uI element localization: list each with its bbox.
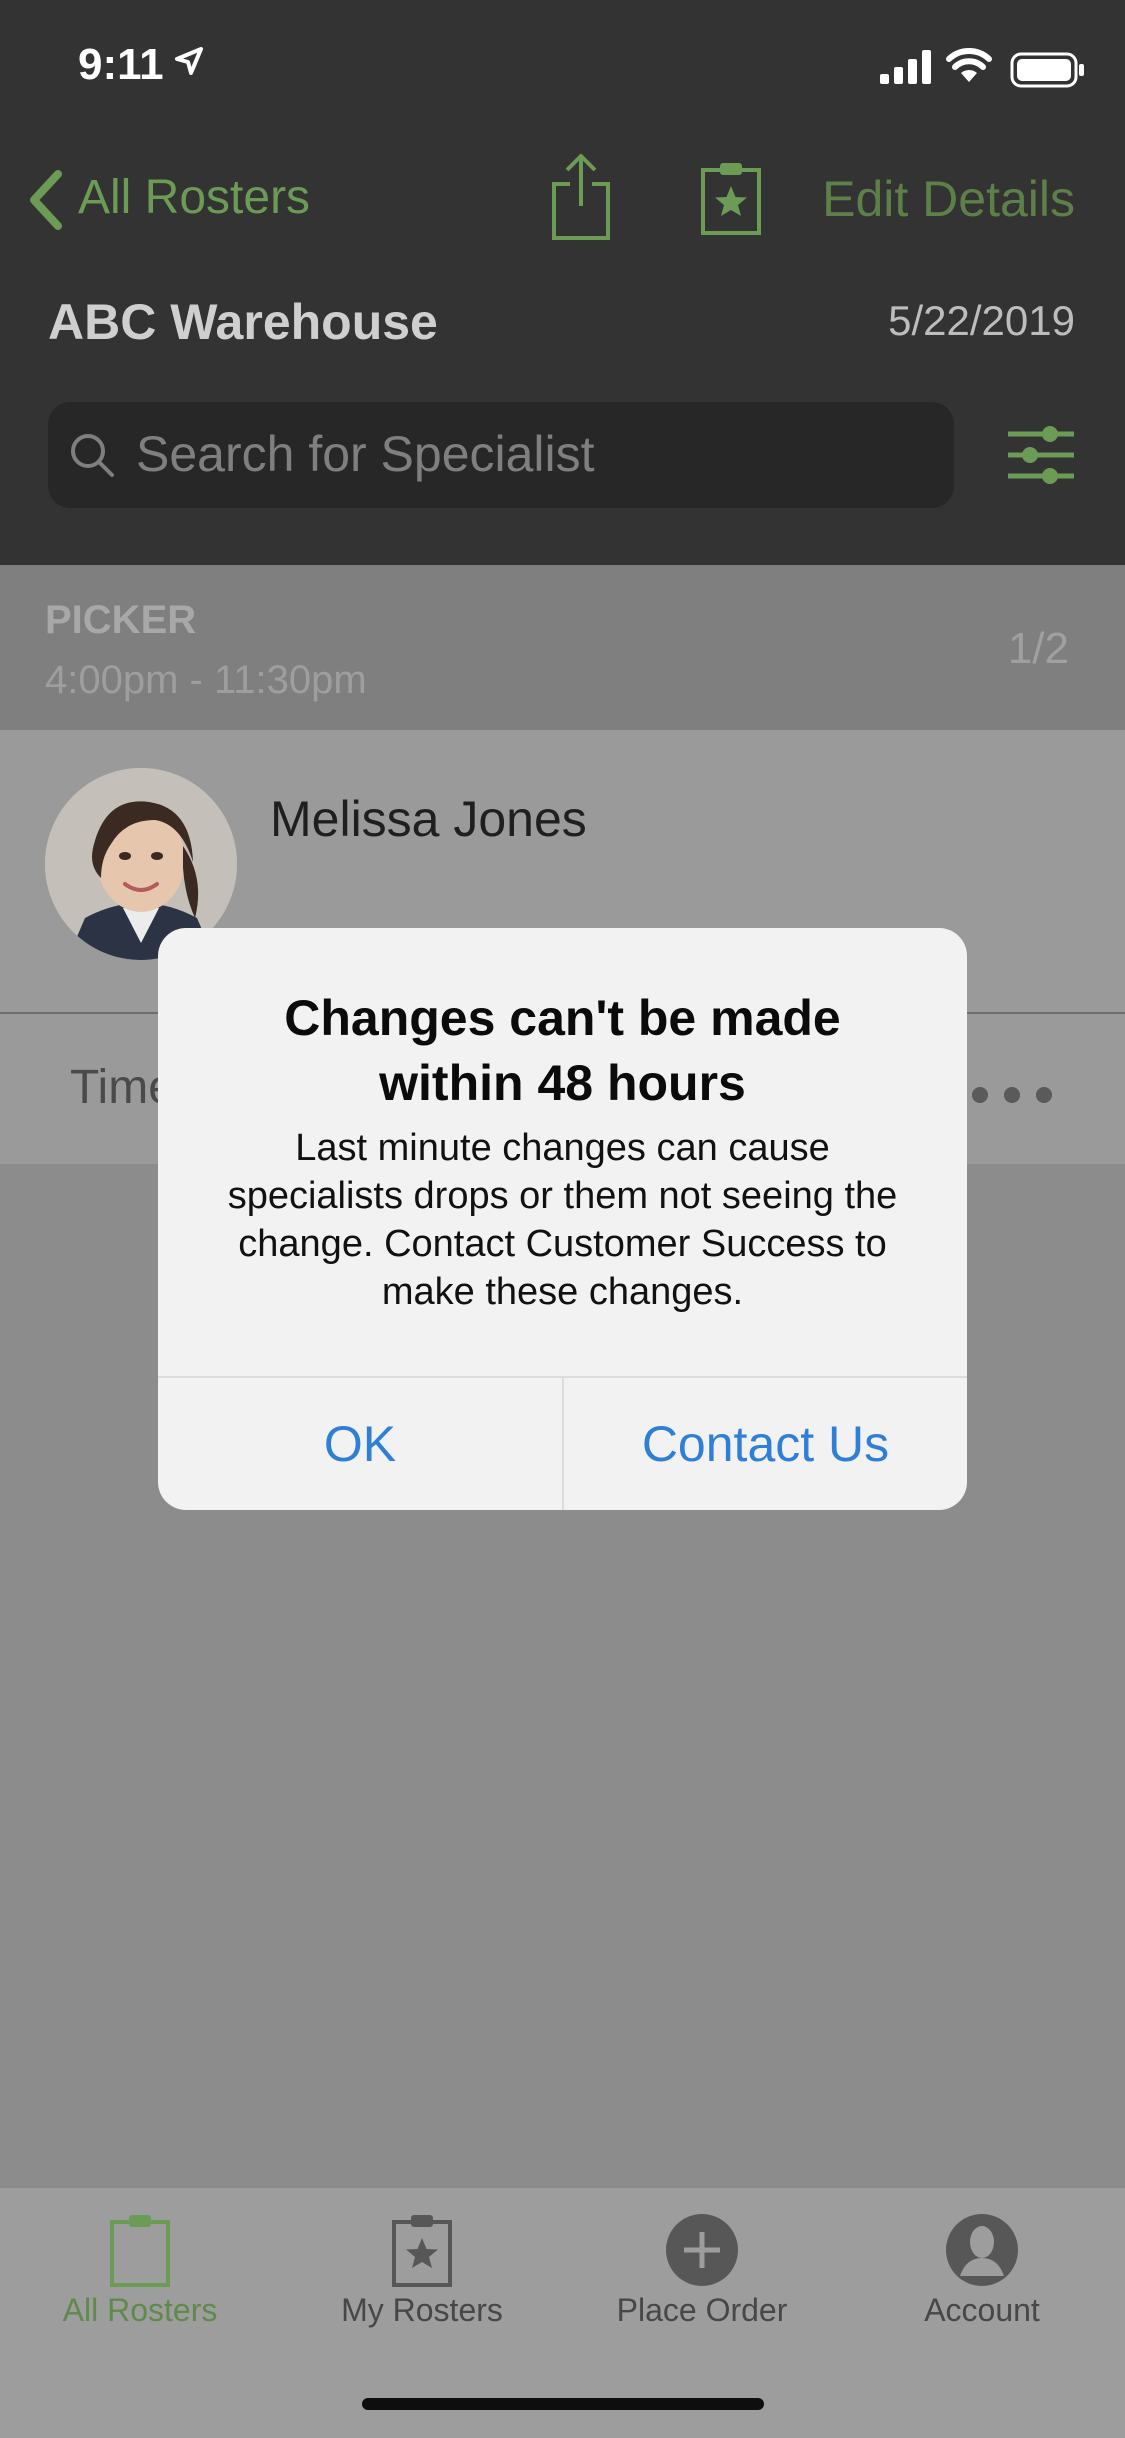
shift-role: PICKER <box>45 598 197 642</box>
shift-section <box>0 565 1125 730</box>
tab-all-rosters[interactable] <box>10 2212 270 2293</box>
edit-details-button[interactable]: Edit Details <box>822 170 1075 228</box>
tab-my-rosters[interactable] <box>292 2212 552 2293</box>
wifi-icon <box>946 48 992 82</box>
contact-us-button[interactable]: Contact Us <box>564 1378 967 1510</box>
filter-sliders-icon[interactable] <box>1006 420 1076 490</box>
tab-all-rosters-label: All Rosters <box>62 2292 218 2328</box>
shift-time: 4:00pm - 11:30pm <box>45 658 367 702</box>
tab-place-order-label: Place Order <box>616 2292 788 2328</box>
clipboard-star-icon[interactable] <box>700 160 762 236</box>
battery-icon <box>1010 52 1084 88</box>
back-button[interactable]: All Rosters <box>78 170 310 225</box>
alert-title: Changes can't be made within 48 hours <box>284 990 841 1111</box>
tab-my-rosters-label: My Rosters <box>341 2292 503 2328</box>
page-title: ABC Warehouse <box>48 294 438 350</box>
alert-dialog: Changes can't be made within 48 hours La… <box>158 928 967 1510</box>
clipboard-star-icon <box>392 2215 452 2287</box>
back-chevron-icon[interactable] <box>24 168 68 232</box>
more-options-icon[interactable] <box>970 1085 1054 1105</box>
alert-message: Last minute changes can cause specialist… <box>227 1127 898 1313</box>
specialist-name: Melissa Jones <box>270 791 587 847</box>
location-arrow-icon <box>175 47 203 75</box>
search-icon <box>71 434 114 477</box>
plus-circle-icon <box>666 2214 738 2286</box>
cellular-signal-icon <box>880 50 931 84</box>
tab-account-label: Account <box>924 2292 1040 2328</box>
clipboard-icon <box>110 2215 170 2287</box>
shift-count: 1/2 <box>1007 624 1069 673</box>
status-time: 9:11 <box>78 40 164 89</box>
roster-date: 5/22/2019 <box>888 297 1075 344</box>
tab-account[interactable] <box>852 2212 1112 2293</box>
tab-place-order[interactable] <box>572 2212 832 2293</box>
search-placeholder: Search for Specialist <box>136 426 595 482</box>
home-indicator <box>362 2398 764 2410</box>
account-icon <box>946 2214 1018 2286</box>
ok-button[interactable]: OK <box>158 1378 562 1510</box>
share-icon[interactable] <box>550 152 612 242</box>
